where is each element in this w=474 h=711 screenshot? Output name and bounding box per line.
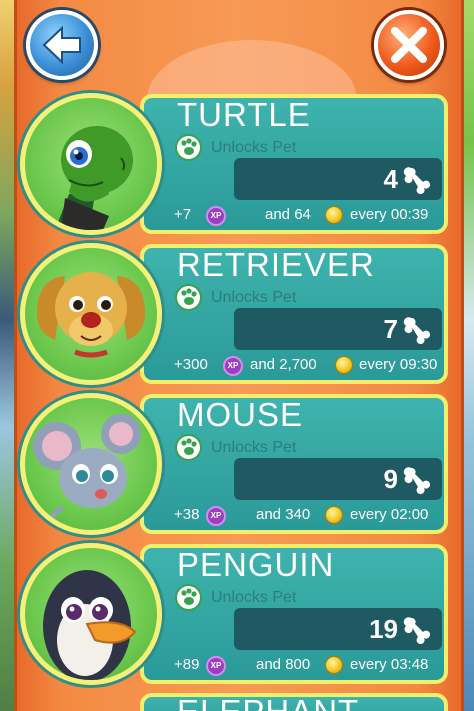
back-button[interactable]	[26, 10, 98, 80]
pet-name: PENGUIN	[177, 546, 335, 583]
coin-icon	[325, 656, 343, 674]
bone-icon	[402, 613, 434, 645]
paw-icon	[175, 584, 202, 611]
paw-icon	[175, 434, 202, 461]
pet-portrait	[20, 93, 162, 235]
pet-card-turtle[interactable]: TURTLE Unlocks Pet 4 +7 XP and 64 every …	[20, 93, 448, 235]
pet-name: TURTLE	[177, 96, 311, 133]
close-button[interactable]	[374, 10, 444, 80]
xp-reward: +7	[174, 206, 192, 223]
unlocks-label: Unlocks Pet	[211, 589, 297, 606]
coin-reward: and 340	[256, 506, 311, 523]
xp-reward: +300	[174, 356, 208, 373]
bone-cost-box: 4	[234, 158, 442, 200]
pet-card-penguin[interactable]: PENGUIN Unlocks Pet 19 +89 XP and 800 ev…	[20, 543, 448, 685]
pet-card-elephant[interactable]: ELEPHANT	[20, 693, 448, 711]
pet-card-mouse[interactable]: MOUSE Unlocks Pet 9 +38 XP and 340 every…	[20, 393, 448, 535]
coin-icon	[335, 356, 353, 374]
reward-interval: every 09:30	[359, 356, 438, 373]
bone-icon	[402, 463, 434, 495]
paw-icon	[175, 284, 202, 311]
bone-count: 4	[383, 164, 398, 194]
reward-interval: every 00:39	[350, 206, 429, 223]
pet-portrait	[20, 393, 162, 535]
bone-count: 7	[383, 314, 398, 344]
paw-icon	[175, 134, 202, 161]
coin-reward: and 800	[256, 656, 311, 673]
unlocks-label: Unlocks Pet	[211, 439, 297, 456]
bone-cost-box: 7	[234, 308, 442, 350]
reward-interval: every 03:48	[350, 656, 429, 673]
bone-cost-box: 9	[234, 458, 442, 500]
pet-name: ELEPHANT	[177, 693, 359, 711]
xp-icon: XP	[206, 656, 226, 676]
pet-portrait	[20, 243, 162, 385]
unlocks-label: Unlocks Pet	[211, 289, 297, 306]
pet-name: MOUSE	[177, 396, 304, 433]
reward-interval: every 02:00	[350, 506, 429, 523]
bone-icon	[402, 163, 434, 195]
xp-icon: XP	[206, 506, 226, 526]
mouse-icon	[33, 414, 141, 529]
coin-reward: and 64	[265, 206, 311, 223]
back-arrow-icon	[42, 25, 81, 65]
penguin-icon	[43, 570, 137, 680]
bone-cost-box: 19	[234, 608, 442, 650]
bone-count: 19	[369, 614, 398, 644]
pet-portrait	[20, 543, 162, 685]
pet-card-retriever[interactable]: RETRIEVER Unlocks Pet 7 +300 XP and 2,70…	[20, 243, 448, 385]
xp-reward: +38	[174, 506, 200, 523]
turtle-icon	[55, 126, 133, 230]
coin-icon	[325, 206, 343, 224]
close-x-icon	[391, 27, 427, 63]
retriever-icon	[36, 272, 146, 358]
coin-icon	[325, 506, 343, 524]
coin-reward: and 2,700	[250, 356, 317, 373]
xp-icon: XP	[206, 206, 226, 226]
bone-icon	[402, 313, 434, 345]
unlocks-label: Unlocks Pet	[211, 139, 297, 156]
bone-count: 9	[383, 464, 398, 494]
xp-reward: +89	[174, 656, 200, 673]
xp-icon: XP	[223, 356, 243, 376]
pet-name: RETRIEVER	[177, 246, 375, 283]
